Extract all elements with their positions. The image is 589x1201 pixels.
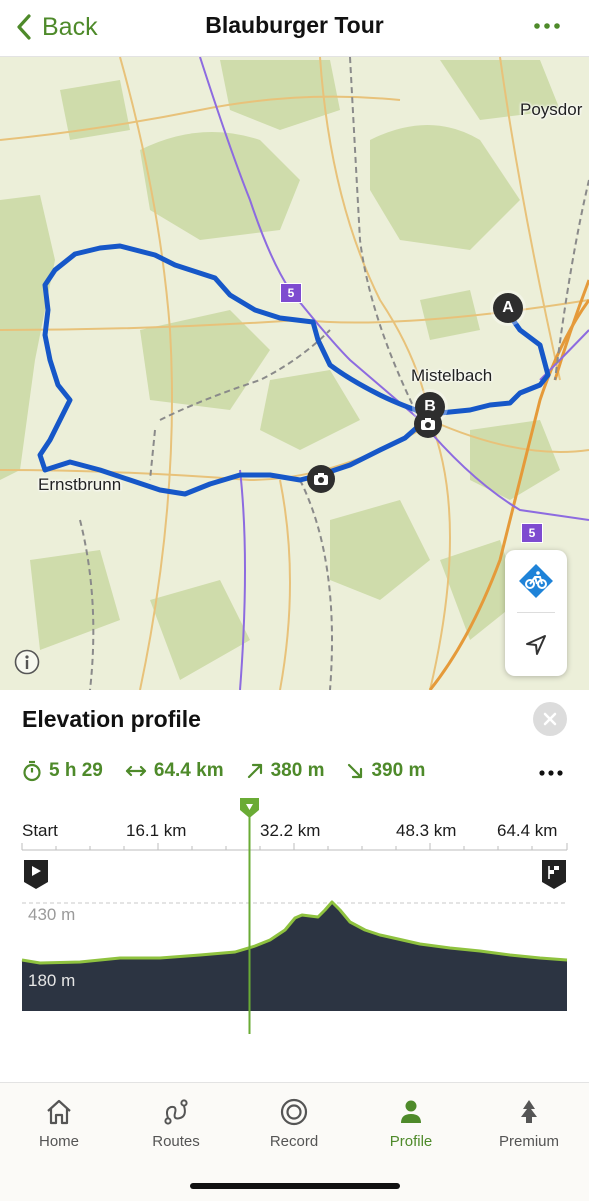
routes-icon: [164, 1099, 188, 1125]
route-stats: 5 h 29 64.4 km 380 m 390 m: [22, 760, 447, 782]
record-icon: [280, 1098, 308, 1126]
tab-premium-label: Premium: [498, 1133, 559, 1150]
info-icon: [14, 649, 40, 675]
navigation-arrow-icon: [526, 635, 546, 655]
map-info-button[interactable]: [14, 649, 40, 675]
tab-home-label: Home: [38, 1133, 79, 1150]
descent-value: 390 m: [371, 760, 426, 781]
place-label-poysdorf: Poysdor: [520, 100, 583, 119]
premium-icon: [521, 1100, 537, 1123]
place-label-mistelbach: Mistelbach: [411, 366, 493, 385]
descent-stat: 390 m: [346, 760, 425, 782]
home-icon: [47, 1099, 71, 1125]
ascent-stat: 380 m: [246, 760, 325, 782]
tab-premium[interactable]: Premium: [479, 1095, 579, 1150]
start-flag-icon: [22, 858, 50, 890]
ascent-arrow-icon: [247, 763, 262, 779]
tab-routes-label: Routes: [152, 1133, 200, 1150]
map-controls: [505, 550, 567, 676]
tab-profile-label: Profile: [389, 1133, 433, 1150]
photo-poi-mistelbach[interactable]: [414, 410, 442, 438]
bike-route-icon: [519, 564, 553, 598]
distance-stat: 64.4 km: [125, 760, 224, 782]
tab-record-label: Record: [269, 1133, 319, 1150]
finish-flag-icon: [540, 858, 568, 890]
home-indicator: [190, 1183, 400, 1189]
map-layer-button[interactable]: [505, 550, 567, 612]
duration-stat: 5 h 29: [22, 760, 103, 782]
stopwatch-icon: [23, 760, 41, 782]
route-shield-5: 5: [280, 283, 302, 303]
place-label-ernstbrunn: Ernstbrunn: [38, 475, 122, 494]
route-shield-5-east: 5: [521, 523, 543, 543]
elevation-high-label: 430 m: [28, 905, 76, 924]
ascent-value: 380 m: [270, 760, 325, 781]
chevron-left-icon: [17, 14, 31, 40]
elevation-profile-title: Elevation profile: [22, 706, 201, 732]
route-map[interactable]: Poysdor Mistelbach Ernstbrunn 5 5 A B: [0, 57, 589, 690]
locate-me-button[interactable]: [505, 614, 567, 676]
more-horizontal-icon: [539, 770, 563, 776]
close-elevation-button[interactable]: [533, 702, 567, 736]
profile-icon: [401, 1100, 421, 1123]
more-options-button[interactable]: [527, 14, 567, 38]
tab-profile[interactable]: Profile: [361, 1095, 461, 1150]
back-button[interactable]: Back: [16, 10, 98, 44]
photo-poi-route[interactable]: [307, 465, 335, 493]
descent-arrow-icon: [348, 763, 363, 779]
camera-icon: [314, 473, 328, 485]
map-canvas: [0, 57, 589, 690]
stats-more-button[interactable]: [535, 763, 567, 783]
more-horizontal-icon: [534, 23, 560, 29]
tab-home[interactable]: Home: [9, 1095, 109, 1150]
camera-icon: [421, 418, 435, 430]
close-icon: [543, 712, 557, 726]
duration-value: 5 h 29: [49, 760, 103, 781]
distance-arrows-icon: [125, 765, 146, 777]
tab-record[interactable]: Record: [244, 1095, 344, 1150]
tab-routes[interactable]: Routes: [126, 1095, 226, 1150]
elevation-chart[interactable]: [0, 790, 589, 1050]
start-marker[interactable]: A: [493, 293, 523, 323]
top-bar: Back Blauburger Tour: [0, 0, 589, 57]
back-label: Back: [42, 12, 98, 41]
distance-value: 64.4 km: [153, 760, 224, 781]
elevation-low-label: 180 m: [28, 971, 76, 990]
